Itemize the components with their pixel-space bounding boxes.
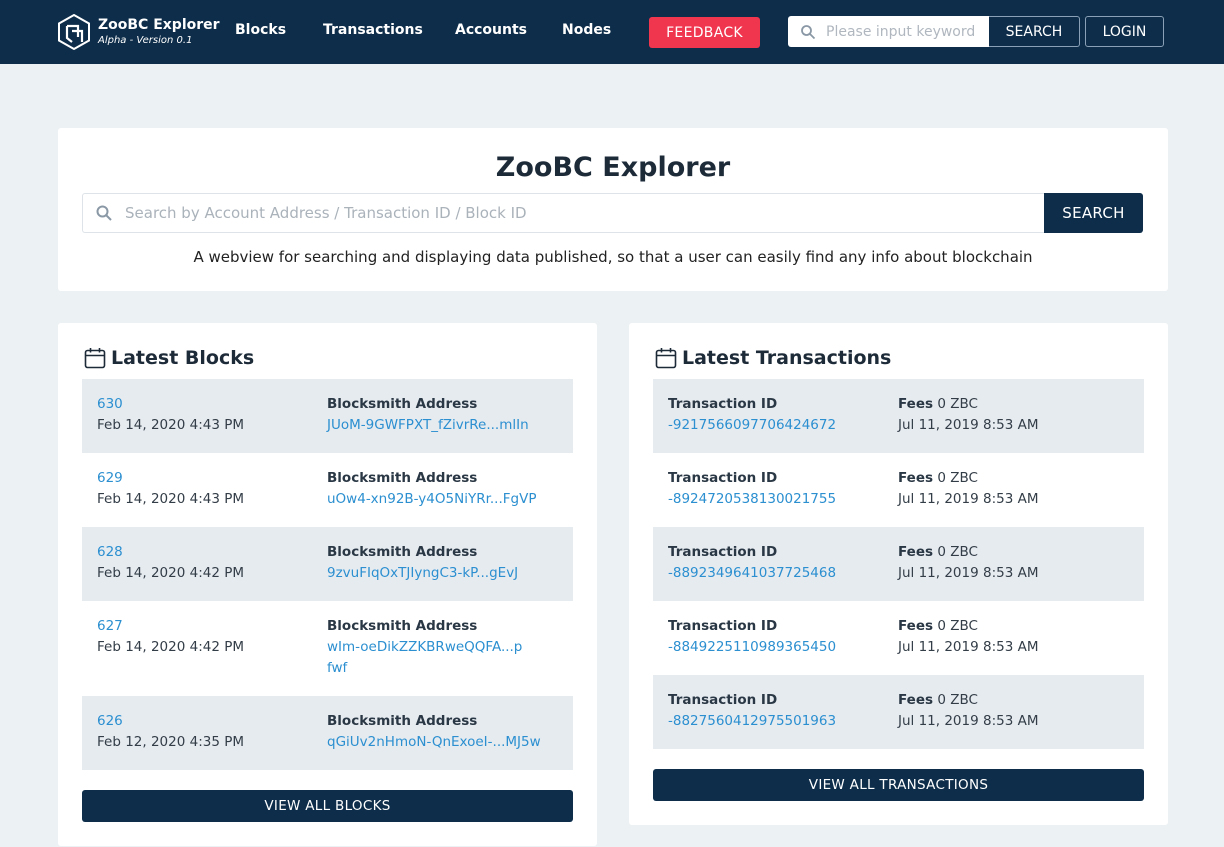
nav-nodes[interactable]: Nodes <box>562 22 611 38</box>
transaction-time: Jul 11, 2019 8:53 AM <box>898 565 1039 581</box>
blocksmith-label: Blocksmith Address <box>327 544 478 560</box>
transaction-row: Transaction ID -8892349641037725468 Fees… <box>653 527 1144 601</box>
page-title: ZooBC Explorer <box>495 152 731 183</box>
calendar-icon <box>655 348 677 369</box>
latest-transactions-panel: Latest Transactions Transaction ID -9217… <box>629 323 1168 825</box>
block-height-link[interactable]: 628 <box>97 542 244 563</box>
blocksmith-address-link[interactable]: wIm-oeDikZZKBRweQQFA...pfwf <box>327 637 527 679</box>
latest-blocks-panel: Latest Blocks 630 Feb 14, 2020 4:43 PM B… <box>58 323 597 846</box>
brand-subtitle: Alpha - Version 0.1 <box>98 35 193 46</box>
fees-value: 0 ZBC <box>937 544 978 560</box>
transaction-time: Jul 11, 2019 8:53 AM <box>898 491 1039 507</box>
transaction-row: Transaction ID -9217566097706424672 Fees… <box>653 379 1144 453</box>
nav-transactions[interactable]: Transactions <box>323 22 423 38</box>
latest-blocks-title: Latest Blocks <box>111 347 255 369</box>
transaction-id-link[interactable]: -8849225110989365450 <box>668 637 836 658</box>
top-navbar: ZooBC Explorer Alpha - Version 0.1 Block… <box>0 0 1224 64</box>
block-row: 628 Feb 14, 2020 4:42 PM Blocksmith Addr… <box>82 527 573 601</box>
nav-blocks[interactable]: Blocks <box>235 22 286 38</box>
header-search-box <box>788 16 989 47</box>
hero-card: ZooBC Explorer SEARCH A webview for sear… <box>58 128 1168 291</box>
header-search-button[interactable]: SEARCH <box>989 16 1080 47</box>
transaction-id-label: Transaction ID <box>668 470 778 486</box>
transaction-row: Transaction ID -8924720538130021755 Fees… <box>653 453 1144 527</box>
transaction-id-label: Transaction ID <box>668 692 778 708</box>
fees-label: Fees <box>898 618 934 634</box>
block-height-link[interactable]: 630 <box>97 394 244 415</box>
block-height-link[interactable]: 626 <box>97 711 244 732</box>
hero-description: A webview for searching and displaying d… <box>193 248 1033 266</box>
block-height-link[interactable]: 629 <box>97 468 244 489</box>
transaction-id-label: Transaction ID <box>668 544 778 560</box>
transaction-time: Jul 11, 2019 8:53 AM <box>898 417 1039 433</box>
blocksmith-label: Blocksmith Address <box>327 396 478 412</box>
transaction-time: Jul 11, 2019 8:53 AM <box>898 639 1039 655</box>
search-icon <box>96 205 112 221</box>
blocksmith-label: Blocksmith Address <box>327 470 478 486</box>
search-icon <box>801 24 816 39</box>
latest-transactions-title: Latest Transactions <box>682 347 892 369</box>
transaction-row: Transaction ID -8827560412975501963 Fees… <box>653 675 1144 749</box>
block-time: Feb 14, 2020 4:42 PM <box>97 565 244 581</box>
fees-value: 0 ZBC <box>937 396 978 412</box>
blocksmith-address-link[interactable]: uOw4-xn92B-y4O5NiYRr...FgVP <box>327 489 563 510</box>
block-row: 627 Feb 14, 2020 4:42 PM Blocksmith Addr… <box>82 601 573 696</box>
transaction-id-link[interactable]: -9217566097706424672 <box>668 415 836 436</box>
login-button[interactable]: LOGIN <box>1085 16 1164 47</box>
block-row: 629 Feb 14, 2020 4:43 PM Blocksmith Addr… <box>82 453 573 527</box>
transaction-id-link[interactable]: -8827560412975501963 <box>668 711 836 732</box>
blocksmith-address-link[interactable]: JUoM-9GWFPXT_fZivrRe...mlIn <box>327 415 563 436</box>
block-row: 630 Feb 14, 2020 4:43 PM Blocksmith Addr… <box>82 379 573 453</box>
brand-title: ZooBC Explorer <box>98 17 220 33</box>
fees-value: 0 ZBC <box>937 692 978 708</box>
fees-value: 0 ZBC <box>937 470 978 486</box>
blocksmith-label: Blocksmith Address <box>327 618 478 634</box>
fees-value: 0 ZBC <box>937 618 978 634</box>
transaction-row: Transaction ID -8849225110989365450 Fees… <box>653 601 1144 675</box>
block-height-link[interactable]: 627 <box>97 616 244 637</box>
nav-accounts[interactable]: Accounts <box>455 22 527 38</box>
view-all-blocks-button[interactable]: VIEW ALL BLOCKS <box>82 790 573 822</box>
fees-label: Fees <box>898 544 934 560</box>
transaction-time: Jul 11, 2019 8:53 AM <box>898 713 1039 729</box>
calendar-icon <box>84 348 106 369</box>
feedback-button[interactable]: FEEDBACK <box>649 17 760 48</box>
view-all-transactions-button[interactable]: VIEW ALL TRANSACTIONS <box>653 769 1144 801</box>
block-time: Feb 12, 2020 4:35 PM <box>97 734 244 750</box>
main-search-box <box>82 193 1044 233</box>
main-search-button[interactable]: SEARCH <box>1044 193 1143 233</box>
transaction-id-link[interactable]: -8924720538130021755 <box>668 489 836 510</box>
fees-label: Fees <box>898 396 934 412</box>
transaction-id-link[interactable]: -8892349641037725468 <box>668 563 836 584</box>
blocksmith-address-link[interactable]: qGiUv2nHmoN-QnExoeI-...MJ5w <box>327 732 563 753</box>
block-time: Feb 14, 2020 4:42 PM <box>97 639 244 655</box>
fees-label: Fees <box>898 470 934 486</box>
blocksmith-label: Blocksmith Address <box>327 713 478 729</box>
block-time: Feb 14, 2020 4:43 PM <box>97 491 244 507</box>
transaction-id-label: Transaction ID <box>668 396 778 412</box>
main-search-input[interactable] <box>125 204 1025 222</box>
block-row: 626 Feb 12, 2020 4:35 PM Blocksmith Addr… <box>82 696 573 770</box>
blocksmith-address-link[interactable]: 9zvuFIqOxTJIyngC3-kP...gEvJ <box>327 563 563 584</box>
brand[interactable]: ZooBC Explorer Alpha - Version 0.1 <box>58 14 220 50</box>
block-time: Feb 14, 2020 4:43 PM <box>97 417 244 433</box>
transaction-id-label: Transaction ID <box>668 618 778 634</box>
header-search-input[interactable] <box>826 23 986 40</box>
fees-label: Fees <box>898 692 934 708</box>
zoobc-logo-icon <box>58 14 90 50</box>
